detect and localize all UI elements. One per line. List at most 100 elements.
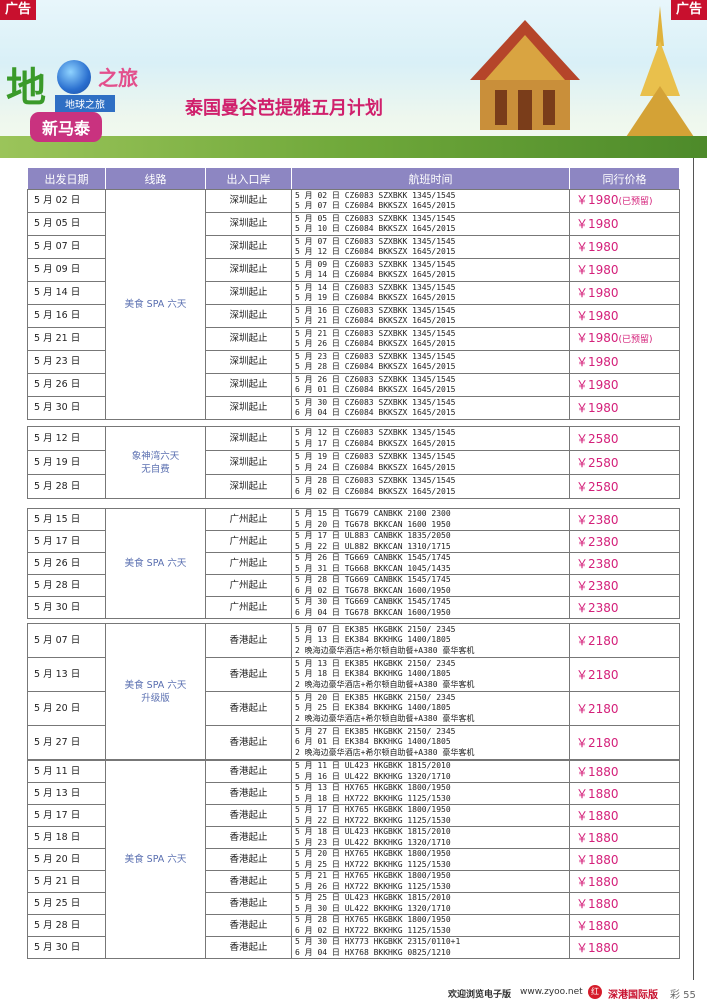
flight-line: 2 晚海边豪华酒店+希尔顿自助餐+A380 豪华客机 xyxy=(295,645,475,655)
flight-line: 5 月 19 日 CZ6083 SZXBKK 1345/1545 xyxy=(295,452,456,461)
stupa-illustration xyxy=(620,6,700,146)
price-value: ￥1880 xyxy=(576,918,619,933)
flight-line: 5 月 25 日 UL423 HKGBKK 1815/2010 xyxy=(295,893,451,903)
price-cell: ￥1880 xyxy=(569,826,680,849)
flight-line: 5 月 12 日 CZ6084 BKKSZX 1645/2015 xyxy=(295,247,456,256)
route-line: 美食 SPA 六天 xyxy=(124,854,187,865)
flight-times: 5 月 16 日 CZ6083 SZXBKK 1345/1545 5 月 21 日… xyxy=(291,304,570,328)
flight-line: 5 月 24 日 CZ6084 BKKSZX 1645/2015 xyxy=(295,462,456,472)
price-cell: ￥2580 xyxy=(569,474,680,499)
globe-icon xyxy=(57,60,91,94)
entry-port: 香港起止 xyxy=(205,657,292,692)
price-cell: ￥2380 xyxy=(569,574,680,597)
flight-times: 5 月 20 日 HX765 HKGBKK 1800/1950 5 月 25 日 … xyxy=(291,848,570,871)
price-cell: ￥1880 xyxy=(569,870,680,893)
entry-port: 香港起止 xyxy=(205,623,292,658)
price-value: ￥1980 xyxy=(576,309,619,323)
flight-line: 5 月 19 日 CZ6084 BKKSZX 1645/2015 xyxy=(295,293,456,302)
price-value: ￥1880 xyxy=(576,874,619,889)
flight-line: 5 月 30 日 TG669 CANBKK 1545/1745 xyxy=(295,597,451,607)
departure-date: 5 月 18 日 xyxy=(27,826,106,849)
page-footer: 欢迎浏览电子版 www.zyoo.net 红 深港国际版 彩 55 xyxy=(0,983,707,1001)
flight-times: 5 月 28 日 TG669 CANBKK 1545/1745 6 月 02 日 … xyxy=(291,574,570,597)
route-line: 象神湾六天 xyxy=(131,450,180,462)
departure-date: 5 月 11 日 xyxy=(27,760,106,783)
region-badge: 新马泰 xyxy=(30,112,103,142)
departure-date: 5 月 21 日 xyxy=(27,870,106,893)
col-header-date: 出发日期 xyxy=(27,167,106,191)
departure-date: 5 月 05 日 xyxy=(27,212,106,236)
entry-port: 香港起止 xyxy=(205,936,292,959)
price-cell: ￥1880 xyxy=(569,760,680,783)
price-value: ￥2580 xyxy=(576,479,619,494)
flight-line: 5 月 28 日 CZ6083 SZXBKK 1345/1545 xyxy=(295,476,456,485)
price-value: ￥1880 xyxy=(576,896,619,911)
flight-times: 5 月 20 日 EK385 HKGBKK 2150/ 2345 5 月 25 日… xyxy=(291,691,570,726)
departure-date: 5 月 17 日 xyxy=(27,804,106,827)
price-value: ￥2180 xyxy=(576,633,619,648)
entry-port: 广州起止 xyxy=(205,574,292,597)
flight-line: 5 月 20 日 EK385 HKGBKK 2150/ 2345 xyxy=(295,692,456,702)
flight-times: 5 月 19 日 CZ6083 SZXBKK 1345/1545 5 月 24 日… xyxy=(291,450,570,475)
grass-strip xyxy=(0,136,707,158)
price-value: ￥2380 xyxy=(576,578,619,593)
col-header-route: 线路 xyxy=(105,167,206,191)
logo-caption: 地球之旅 xyxy=(55,95,115,112)
price-value: ￥1880 xyxy=(576,808,619,823)
price-value: ￥1980 xyxy=(576,263,619,277)
route-line: 无自费 xyxy=(141,463,170,475)
flight-times: 5 月 18 日 UL423 HKGBKK 1815/2010 5 月 23 日 … xyxy=(291,826,570,849)
departure-date: 5 月 20 日 xyxy=(27,848,106,871)
flight-line: 5 月 20 日 HX765 HKGBKK 1800/1950 xyxy=(295,849,451,859)
flight-line: 5 月 14 日 CZ6083 SZXBKK 1345/1545 xyxy=(295,282,456,292)
flight-times: 5 月 26 日 CZ6083 SZXBKK 1345/1545 6 月 01 日… xyxy=(291,373,570,397)
footer-site[interactable]: www.zyoo.net xyxy=(520,987,583,997)
flight-line: 5 月 26 日 TG669 CANBKK 1545/1745 xyxy=(295,553,451,563)
entry-port: 香港起止 xyxy=(205,782,292,805)
flight-line: 6 月 01 日 EK384 BKKHKG 1400/1805 xyxy=(295,737,451,747)
flight-times: 5 月 30 日 CZ6083 SZXBKK 1345/1545 6 月 04 日… xyxy=(291,396,570,420)
flight-line: 5 月 28 日 CZ6084 BKKSZX 1645/2015 xyxy=(295,362,456,371)
flight-line: 5 月 28 日 TG669 CANBKK 1545/1745 xyxy=(295,575,451,585)
flight-line: 5 月 25 日 HX722 BKKHKG 1125/1530 xyxy=(295,859,451,869)
route-line: 美食 SPA 六天 xyxy=(124,558,187,569)
price-cell: ￥2380 xyxy=(569,552,680,575)
route-name: 美食 SPA 六天 升级版 xyxy=(105,623,206,760)
entry-port: 广州起止 xyxy=(205,552,292,575)
route-line: 升级版 xyxy=(141,692,170,704)
flight-line: 5 月 18 日 UL423 HKGBKK 1815/2010 xyxy=(295,827,451,837)
flight-line: 5 月 18 日 EK384 BKKHKG 1400/1805 xyxy=(295,669,451,679)
price-value: ￥2180 xyxy=(576,735,619,750)
table-header: 出发日期 线路 出入口岸 航班时间 同行价格 xyxy=(27,167,680,191)
price-cell: ￥1980 xyxy=(569,212,680,236)
departure-date: 5 月 30 日 xyxy=(27,396,106,420)
flight-line: 5 月 09 日 CZ6083 SZXBKK 1345/1545 xyxy=(295,259,456,269)
flight-line: 2 晚海边豪华酒店+希尔顿自助餐+A380 豪华客机 xyxy=(295,713,475,723)
entry-port: 深圳起止 xyxy=(205,350,292,374)
flight-times: 5 月 27 日 EK385 HKGBKK 2150/ 2345 6 月 01 日… xyxy=(291,725,570,760)
departure-date: 5 月 13 日 xyxy=(27,657,106,692)
price-value: ￥2380 xyxy=(576,556,619,571)
page-title: 泰国曼谷芭提雅五月计划 xyxy=(185,98,383,119)
ad-label-left: 广告 xyxy=(0,0,37,20)
price-cell: ￥1980 xyxy=(569,304,680,328)
flight-line: 5 月 28 日 HX765 HKGBKK 1800/1950 xyxy=(295,915,451,925)
flight-line: 5 月 11 日 UL423 HKGBKK 1815/2010 xyxy=(295,761,451,771)
entry-port: 广州起止 xyxy=(205,596,292,619)
price-value: ￥1980 xyxy=(576,286,619,300)
col-header-price: 同行价格 xyxy=(569,167,680,191)
departure-date: 5 月 26 日 xyxy=(27,552,106,575)
schedule-group: 5 月 11 日美食 SPA 六天 香港起止 5 月 11 日 UL423 HKGB… xyxy=(27,760,680,959)
flight-times: 5 月 13 日 HX765 HKGBKK 1800/1950 5 月 18 日 … xyxy=(291,782,570,805)
table-row: 5 月 07 日美食 SPA 六天 升级版 香港起止 5 月 07 日 EK385 H… xyxy=(27,623,680,760)
entry-port: 深圳起止 xyxy=(205,281,292,305)
departure-date: 5 月 07 日 xyxy=(27,623,106,658)
entry-port: 广州起止 xyxy=(205,530,292,553)
entry-port: 深圳起止 xyxy=(205,327,292,351)
reserved-note: (已预留) xyxy=(618,335,653,345)
flight-times: 5 月 21 日 HX765 HKGBKK 1800/1950 5 月 26 日 … xyxy=(291,870,570,893)
price-value: ￥2380 xyxy=(576,600,619,615)
departure-date: 5 月 07 日 xyxy=(27,235,106,259)
price-value: ￥1980 xyxy=(576,355,619,369)
price-value: ￥1980 xyxy=(576,240,619,254)
